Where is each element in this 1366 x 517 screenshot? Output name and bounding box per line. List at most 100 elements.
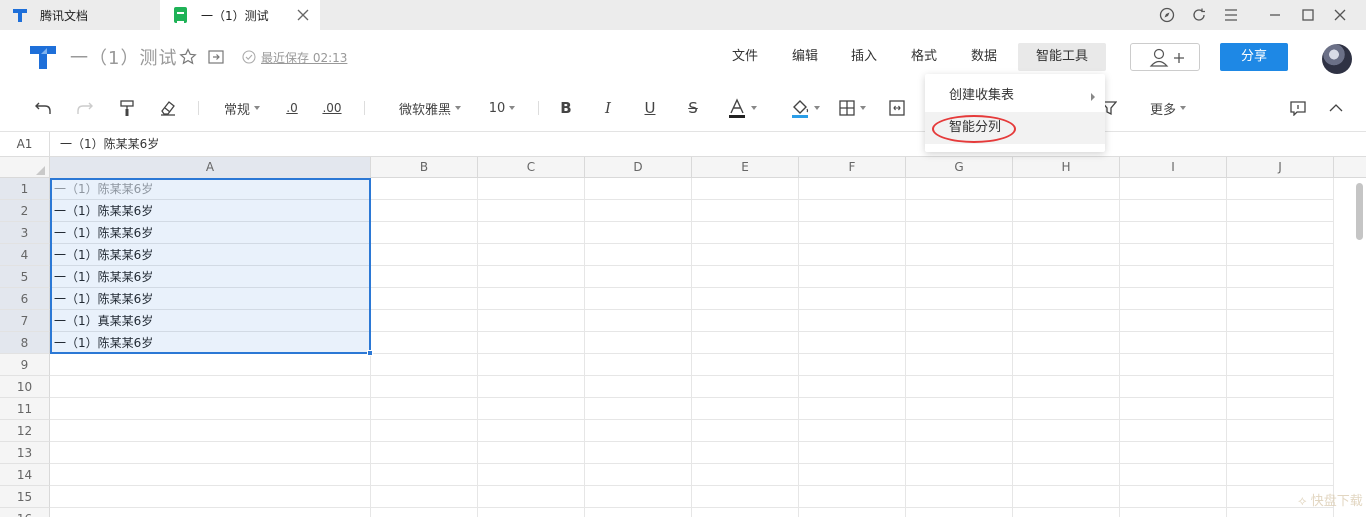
undo-icon[interactable] bbox=[33, 97, 53, 119]
grid-cell[interactable] bbox=[799, 288, 906, 310]
grid-cell[interactable] bbox=[1013, 288, 1120, 310]
grid-cell[interactable] bbox=[692, 508, 799, 517]
grid-cell[interactable] bbox=[799, 464, 906, 486]
menu-format[interactable]: 格式 bbox=[903, 43, 945, 71]
grid-cell[interactable]: 一（1）陈某某6岁 bbox=[50, 332, 371, 354]
grid-cell[interactable] bbox=[50, 442, 371, 464]
column-header-i[interactable]: I bbox=[1120, 157, 1227, 178]
grid-cell[interactable] bbox=[478, 420, 585, 442]
grid-cell[interactable] bbox=[585, 398, 692, 420]
row-header[interactable]: 5 bbox=[0, 266, 50, 288]
grid-cell[interactable] bbox=[906, 332, 1013, 354]
column-header-e[interactable]: E bbox=[692, 157, 799, 178]
grid-cell[interactable] bbox=[371, 178, 478, 200]
grid-cell[interactable] bbox=[371, 398, 478, 420]
decrease-decimal-button[interactable]: .0 bbox=[281, 97, 303, 119]
grid-cell[interactable] bbox=[1120, 508, 1227, 517]
grid-cell[interactable] bbox=[1227, 398, 1334, 420]
grid-cell[interactable] bbox=[50, 486, 371, 508]
grid-cell[interactable] bbox=[692, 178, 799, 200]
grid-cell[interactable] bbox=[1227, 508, 1334, 517]
row-header[interactable]: 11 bbox=[0, 398, 50, 420]
grid-cell[interactable]: 一（1）陈某某6岁 bbox=[50, 288, 371, 310]
grid-cell[interactable] bbox=[371, 376, 478, 398]
grid-cell[interactable] bbox=[371, 508, 478, 517]
grid-cell[interactable] bbox=[1013, 244, 1120, 266]
grid-cell[interactable] bbox=[585, 332, 692, 354]
column-header-c[interactable]: C bbox=[478, 157, 585, 178]
grid-cell[interactable] bbox=[1013, 464, 1120, 486]
grid-cell[interactable] bbox=[50, 354, 371, 376]
number-format-select[interactable]: 常规 bbox=[220, 97, 264, 119]
bold-icon[interactable]: B bbox=[557, 97, 575, 119]
grid-cell[interactable] bbox=[371, 200, 478, 222]
grid-cell[interactable] bbox=[1013, 420, 1120, 442]
underline-icon[interactable]: U bbox=[641, 97, 659, 119]
close-tab-icon[interactable] bbox=[296, 8, 310, 22]
grid-cell[interactable] bbox=[50, 508, 371, 517]
fill-handle[interactable] bbox=[367, 350, 373, 356]
grid-cell[interactable] bbox=[906, 464, 1013, 486]
move-to-folder-icon[interactable] bbox=[207, 48, 225, 66]
grid-cell[interactable] bbox=[1013, 508, 1120, 517]
grid-cell[interactable] bbox=[1013, 310, 1120, 332]
grid-cell[interactable] bbox=[585, 420, 692, 442]
grid-cell[interactable] bbox=[906, 508, 1013, 517]
vertical-scrollbar[interactable] bbox=[1356, 183, 1363, 240]
grid-cell[interactable] bbox=[371, 354, 478, 376]
grid-cell[interactable] bbox=[906, 420, 1013, 442]
maximize-icon[interactable] bbox=[1298, 5, 1318, 25]
grid-cell[interactable] bbox=[1013, 332, 1120, 354]
grid-cell[interactable] bbox=[478, 398, 585, 420]
row-header[interactable]: 1 bbox=[0, 178, 50, 200]
menu-icon[interactable] bbox=[1221, 5, 1241, 25]
merge-cells-icon[interactable] bbox=[886, 97, 908, 119]
comment-icon[interactable] bbox=[1288, 97, 1308, 119]
grid-cell[interactable]: 一（1）陈某某6岁 bbox=[50, 266, 371, 288]
font-color-button[interactable] bbox=[725, 97, 759, 119]
grid-cell[interactable] bbox=[1120, 222, 1227, 244]
grid-cell[interactable] bbox=[478, 310, 585, 332]
grid-cell[interactable] bbox=[478, 244, 585, 266]
grid-cell[interactable] bbox=[799, 442, 906, 464]
grid-cell[interactable] bbox=[1227, 464, 1334, 486]
column-header-g[interactable]: G bbox=[906, 157, 1013, 178]
grid-cell[interactable] bbox=[1013, 354, 1120, 376]
avatar[interactable] bbox=[1322, 44, 1352, 74]
row-header[interactable]: 13 bbox=[0, 442, 50, 464]
grid-cell[interactable] bbox=[478, 376, 585, 398]
grid-cell[interactable] bbox=[585, 508, 692, 517]
grid-cell[interactable] bbox=[585, 288, 692, 310]
grid-cell[interactable] bbox=[478, 332, 585, 354]
font-size-select[interactable]: 10 bbox=[486, 97, 518, 119]
grid-cell[interactable] bbox=[1227, 332, 1334, 354]
grid-cell[interactable] bbox=[906, 288, 1013, 310]
grid-cell[interactable] bbox=[50, 464, 371, 486]
grid-cell[interactable] bbox=[478, 222, 585, 244]
grid-cell[interactable] bbox=[585, 200, 692, 222]
compass-icon[interactable] bbox=[1157, 5, 1177, 25]
grid-cell[interactable] bbox=[692, 288, 799, 310]
grid-cell[interactable] bbox=[692, 376, 799, 398]
row-header[interactable]: 14 bbox=[0, 464, 50, 486]
grid-cell[interactable] bbox=[1120, 398, 1227, 420]
grid-cell[interactable] bbox=[585, 354, 692, 376]
grid-cell[interactable] bbox=[1120, 442, 1227, 464]
grid-cell[interactable] bbox=[1227, 244, 1334, 266]
menu-edit[interactable]: 编辑 bbox=[784, 43, 826, 71]
grid-cell[interactable] bbox=[478, 486, 585, 508]
grid-cell[interactable] bbox=[371, 486, 478, 508]
grid-cell[interactable] bbox=[799, 508, 906, 517]
row-header[interactable]: 10 bbox=[0, 376, 50, 398]
document-title[interactable]: 一（1）测试 bbox=[70, 44, 177, 70]
tencent-docs-logo-icon[interactable] bbox=[28, 43, 58, 71]
grid-cell[interactable] bbox=[1013, 486, 1120, 508]
grid-cell[interactable] bbox=[478, 354, 585, 376]
grid-cell[interactable] bbox=[799, 244, 906, 266]
grid-cell[interactable] bbox=[478, 178, 585, 200]
italic-icon[interactable]: I bbox=[599, 97, 617, 119]
row-header[interactable]: 4 bbox=[0, 244, 50, 266]
grid-cell[interactable] bbox=[1120, 200, 1227, 222]
grid-cell[interactable] bbox=[478, 442, 585, 464]
grid-cell[interactable] bbox=[906, 200, 1013, 222]
